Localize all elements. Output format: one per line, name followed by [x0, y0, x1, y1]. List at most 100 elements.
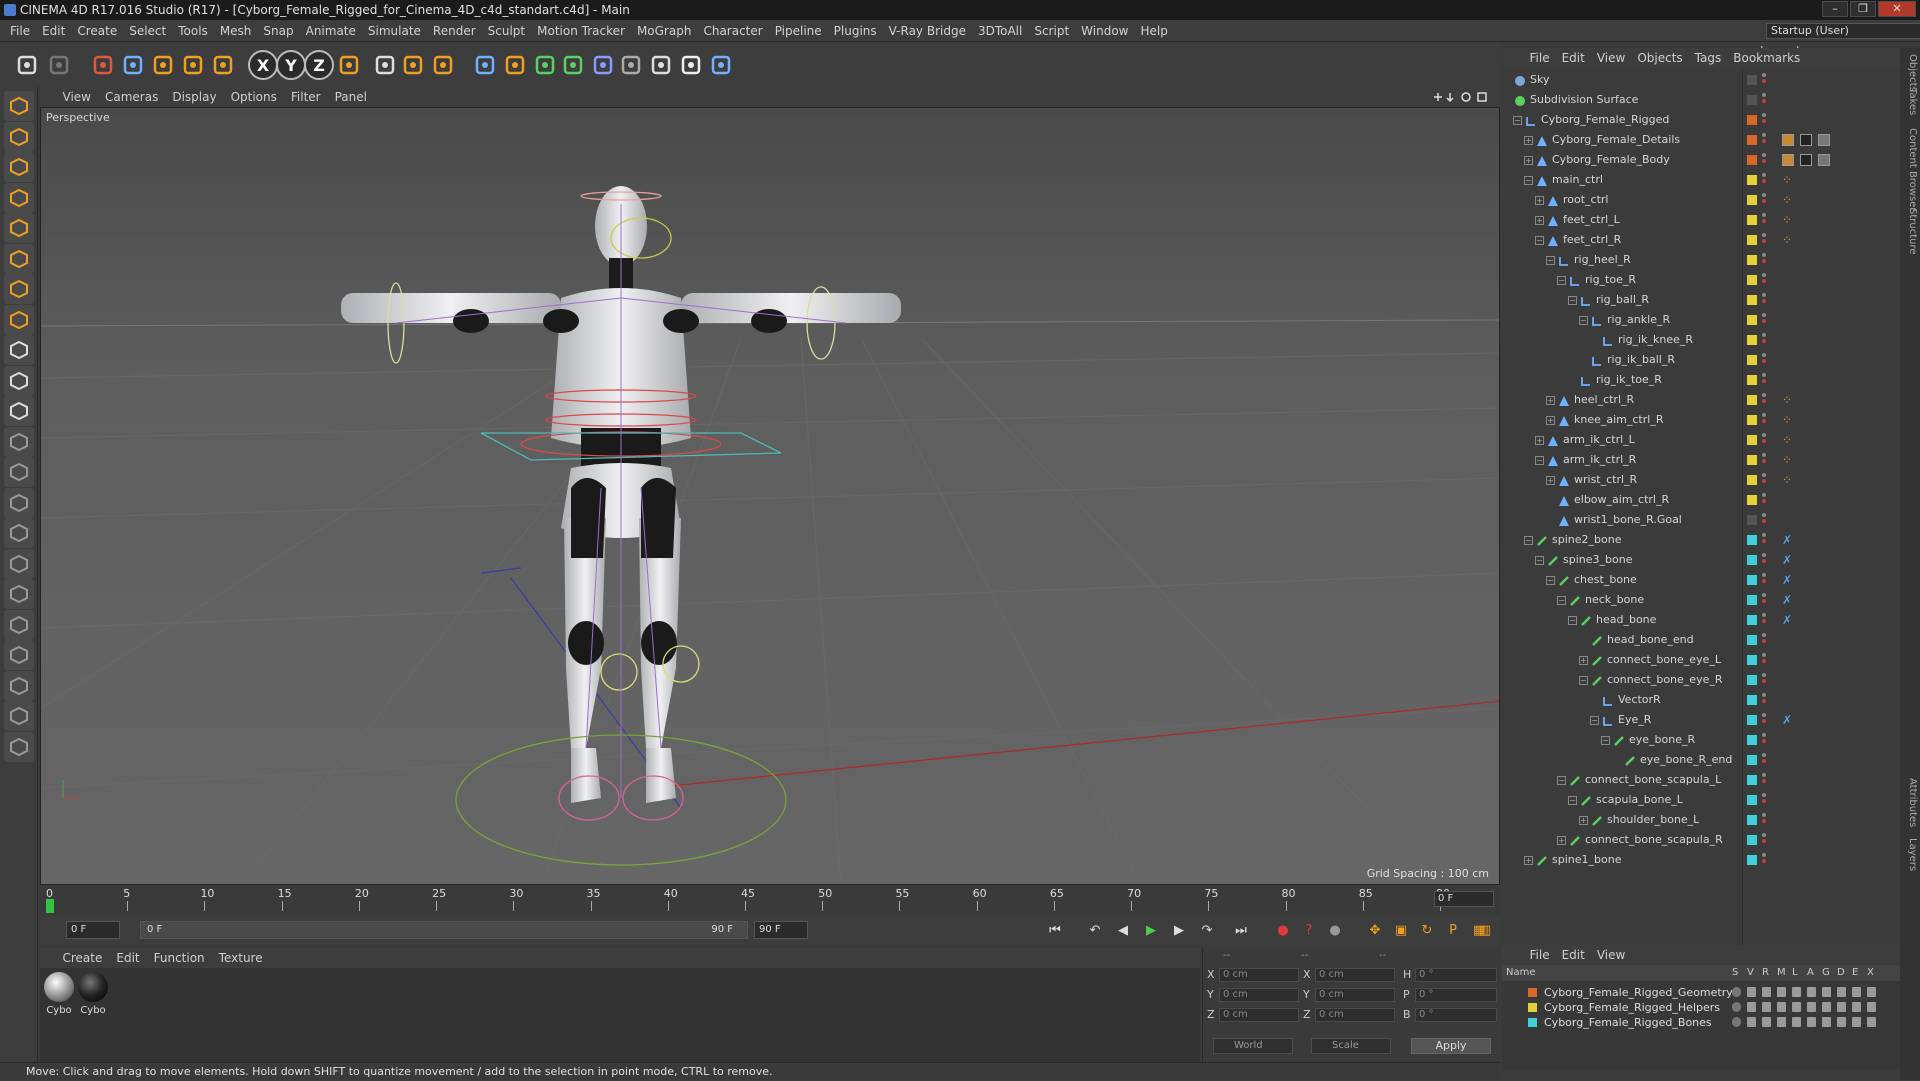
y-axis-icon[interactable]: Y: [276, 50, 306, 80]
floor-icon[interactable]: [616, 50, 646, 80]
coord-value-field[interactable]: 0 °: [1415, 1008, 1497, 1022]
layer-col-g[interactable]: G: [1822, 965, 1830, 981]
expand-toggle-icon[interactable]: +: [1546, 476, 1555, 485]
object-row[interactable]: − spine2_bone ✗: [1502, 530, 1900, 550]
layer-toggle-icon[interactable]: [1777, 1002, 1786, 1012]
layer-toggle-icon[interactable]: [1747, 987, 1756, 997]
object-row[interactable]: − main_ctrl ⁘: [1502, 170, 1900, 190]
layer-color-swatch[interactable]: [1747, 295, 1757, 305]
layer-toggle-icon[interactable]: [1852, 1017, 1861, 1027]
layer-row[interactable]: Cyborg_Female_Rigged_Helpers: [1502, 1000, 1900, 1015]
expand-toggle-icon[interactable]: +: [1535, 196, 1544, 205]
render-settings-icon[interactable]: [428, 50, 458, 80]
visibility-dots-icon[interactable]: [1762, 833, 1766, 847]
coord-value-field[interactable]: 0 cm: [1219, 1008, 1299, 1022]
menu-select[interactable]: Select: [123, 20, 172, 42]
material-menu-texture[interactable]: Texture: [212, 948, 270, 968]
visibility-dots-icon[interactable]: [1762, 653, 1766, 667]
sculpt-brush-5-icon[interactable]: [4, 579, 34, 609]
object-menu-tags[interactable]: Tags: [1689, 48, 1728, 68]
menu-pipeline[interactable]: Pipeline: [769, 20, 828, 42]
visibility-dots-icon[interactable]: [1762, 373, 1766, 387]
visibility-dots-icon[interactable]: [1762, 313, 1766, 327]
layer-color-swatch[interactable]: [1747, 195, 1757, 205]
visibility-dots-icon[interactable]: [1762, 513, 1766, 527]
visibility-dots-icon[interactable]: [1762, 273, 1766, 287]
object-row[interactable]: − connect_bone_scapula_L: [1502, 770, 1900, 790]
coord-value-field[interactable]: 0 °: [1415, 968, 1497, 982]
collapse-toggle-icon[interactable]: −: [1579, 316, 1588, 325]
layer-color-swatch[interactable]: [1747, 735, 1757, 745]
visibility-dots-icon[interactable]: [1762, 433, 1766, 447]
visibility-dots-icon[interactable]: [1762, 213, 1766, 227]
workplane-mode-icon[interactable]: [4, 182, 34, 213]
ik-tag-icon[interactable]: ⁘: [1782, 174, 1794, 186]
autokey-icon[interactable]: ?: [1298, 919, 1320, 941]
object-row[interactable]: + shoulder_bone_L: [1502, 810, 1900, 830]
menu-simulate[interactable]: Simulate: [362, 20, 427, 42]
layer-color-swatch[interactable]: [1747, 355, 1757, 365]
layer-color-swatch[interactable]: [1747, 855, 1757, 865]
layer-col-e[interactable]: E: [1852, 965, 1858, 981]
object-row[interactable]: + arm_ik_ctrl_L ⁘: [1502, 430, 1900, 450]
visibility-dots-icon[interactable]: [1762, 173, 1766, 187]
close-button[interactable]: ✕: [1878, 1, 1916, 17]
visibility-dots-icon[interactable]: [1762, 333, 1766, 347]
side-tab-layers[interactable]: Layers: [1902, 838, 1918, 871]
object-row[interactable]: − Eye_R ✗: [1502, 710, 1900, 730]
layer-color-swatch[interactable]: [1747, 255, 1757, 265]
ik-tag-icon[interactable]: ⁘: [1782, 234, 1794, 246]
viewport-menu-options[interactable]: Options: [224, 87, 284, 107]
layer-color-swatch[interactable]: [1747, 695, 1757, 705]
visibility-dots-icon[interactable]: [1762, 633, 1766, 647]
visibility-dots-icon[interactable]: [1762, 73, 1766, 87]
collapse-toggle-icon[interactable]: −: [1568, 616, 1577, 625]
menu-create[interactable]: Create: [71, 20, 123, 42]
start-frame-field[interactable]: 0 F: [66, 921, 120, 939]
snap-icon[interactable]: [4, 396, 34, 426]
side-tab-takes[interactable]: Takes: [1902, 88, 1918, 115]
expand-toggle-icon[interactable]: +: [1557, 836, 1566, 845]
object-row[interactable]: + feet_ctrl_L ⁘: [1502, 210, 1900, 230]
collapse-toggle-icon[interactable]: −: [1546, 256, 1555, 265]
coord-value-field[interactable]: 0 cm: [1219, 968, 1299, 982]
side-tab-objects[interactable]: Objects: [1902, 54, 1918, 92]
layer-color-swatch[interactable]: [1747, 795, 1757, 805]
ik-tag-icon[interactable]: ⁘: [1782, 474, 1794, 486]
rotation-key-icon[interactable]: ↻: [1416, 919, 1438, 941]
object-manager-divider[interactable]: [1742, 70, 1743, 945]
python-script-icon[interactable]: [4, 731, 34, 762]
go-to-start-icon[interactable]: ⏮: [1044, 919, 1066, 941]
layer-color-swatch[interactable]: [1747, 755, 1757, 765]
material-swatch-2[interactable]: [78, 972, 108, 1002]
material-menu-create[interactable]: Create: [56, 948, 110, 968]
object-row[interactable]: + wrist_ctrl_R ⁘: [1502, 470, 1900, 490]
object-row[interactable]: + knee_aim_ctrl_R ⁘: [1502, 410, 1900, 430]
collapse-toggle-icon[interactable]: −: [1557, 776, 1566, 785]
visibility-dots-icon[interactable]: [1762, 193, 1766, 207]
coordinate-mode-dropdown[interactable]: Scale: [1311, 1038, 1391, 1054]
visibility-dots-icon[interactable]: [1762, 793, 1766, 807]
ik-tag-icon[interactable]: ⁘: [1782, 194, 1794, 206]
collapse-toggle-icon[interactable]: −: [1535, 456, 1544, 465]
collapse-toggle-icon[interactable]: −: [1579, 676, 1588, 685]
coord-value-field[interactable]: 0 °: [1415, 988, 1497, 1002]
layer-toggle-icon[interactable]: [1732, 1002, 1741, 1012]
layer-color-swatch[interactable]: [1747, 515, 1757, 525]
layout-dropdown[interactable]: Startup (User): [1766, 23, 1920, 39]
subdivision-icon[interactable]: [530, 50, 560, 80]
scale-key-icon[interactable]: ▣: [1390, 919, 1412, 941]
object-row[interactable]: rig_ik_knee_R: [1502, 330, 1900, 350]
edges-mode-icon[interactable]: [4, 243, 34, 274]
collapse-toggle-icon[interactable]: −: [1601, 736, 1610, 745]
coordinate-space-dropdown[interactable]: World: [1213, 1038, 1293, 1054]
next-frame-icon[interactable]: ▶: [1168, 919, 1190, 941]
ik-tag-icon[interactable]: ⁘: [1782, 434, 1794, 446]
layer-color-swatch[interactable]: [1747, 715, 1757, 725]
position-key-icon[interactable]: ✥: [1364, 919, 1386, 941]
material-tag-icon[interactable]: [1782, 134, 1794, 146]
model-mode-icon[interactable]: [4, 121, 34, 152]
object-menu-edit[interactable]: Edit: [1556, 48, 1591, 68]
material-menu-edit[interactable]: Edit: [109, 948, 146, 968]
object-row[interactable]: + heel_ctrl_R ⁘: [1502, 390, 1900, 410]
